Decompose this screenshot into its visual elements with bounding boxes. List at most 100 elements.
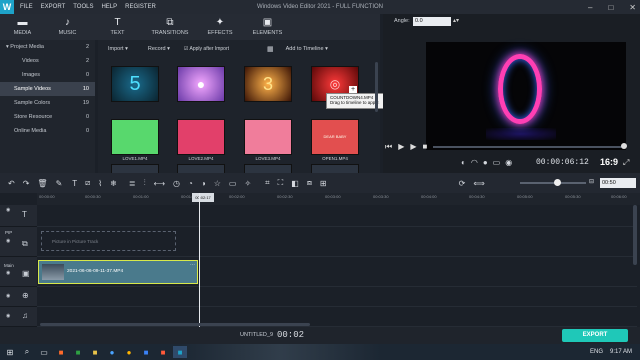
undo-icon[interactable]: ↶ (8, 179, 15, 188)
play-selection-icon[interactable]: ▶ (410, 142, 416, 152)
sidebar-item-videos[interactable]: Videos 2 (0, 54, 95, 68)
media-scrollbar[interactable] (375, 62, 378, 112)
pip-track[interactable]: Picture in Picture Track (37, 227, 637, 257)
redo-icon[interactable]: ↷ (23, 179, 30, 188)
crop-frame-icon[interactable]: ⌗ (265, 178, 270, 188)
sidebar-item-project-media[interactable]: ▾ Project Media 2 (0, 40, 95, 54)
media-thumb-countdown1[interactable]: 5 (111, 66, 159, 102)
angle-input[interactable]: 0.0 (413, 17, 451, 26)
main-track[interactable]: 2021-06-06-09-11-37.MP4 ⋯ (37, 257, 637, 287)
magic-icon[interactable]: ✧ (244, 179, 251, 188)
minimize-icon[interactable]: – (588, 3, 592, 12)
media-thumb-row3[interactable] (177, 164, 225, 173)
skip-back-icon[interactable]: ⏮ (385, 142, 392, 152)
timeline-hscrollbar[interactable] (40, 323, 310, 326)
adjust-icon[interactable]: ≣ (129, 179, 136, 188)
mic-icon[interactable]: ● (483, 158, 488, 167)
sidebar-item-store-resource[interactable]: Store Resource 0 (0, 110, 95, 124)
zoom-handle[interactable] (554, 179, 561, 186)
close-icon[interactable]: ✕ (629, 3, 636, 12)
preview-seek-bar[interactable] (433, 146, 623, 148)
menu-export[interactable]: EXPORT (41, 4, 66, 10)
tab-transitions[interactable]: ⧉ TRANSITIONS (145, 14, 195, 40)
headphones-icon[interactable]: ◠ (471, 158, 478, 167)
import-button[interactable]: Import ▾ (108, 46, 128, 52)
video-clip[interactable]: 2021-06-06-09-11-37.MP4 ⋯ (38, 260, 198, 284)
stretch-icon[interactable]: ⟷ (154, 179, 165, 188)
eye-icon[interactable]: ◉ (6, 207, 10, 213)
media-thumb-countdown3[interactable]: 3 (244, 66, 292, 102)
zoom-to-fit-icon[interactable]: ⊟ (589, 178, 594, 185)
playhead-time[interactable]: 00:02:17 (192, 193, 214, 202)
split-screen-icon[interactable]: ⧈ (307, 178, 312, 188)
split-icon[interactable]: ⌇ (98, 179, 102, 188)
media-thumb-open1[interactable]: DEAR BABY (311, 119, 359, 155)
folder-app-icon[interactable]: ■ (88, 346, 102, 358)
fit-icon[interactable]: ⛶ (278, 178, 284, 188)
app-icon[interactable]: ■ (139, 346, 153, 358)
clip-menu-icon[interactable]: ⋯ (190, 262, 195, 268)
preview-canvas[interactable] (426, 42, 626, 150)
clock-icon[interactable]: ◷ (173, 179, 180, 188)
sidebar-item-sample-colors[interactable]: Sample Colors 19 (0, 96, 95, 110)
eye-icon[interactable]: ◉ (6, 238, 10, 244)
sidebar-item-sample-videos[interactable]: Sample Videos 10 (0, 82, 95, 96)
lock-icon[interactable]: ◉ (6, 313, 10, 319)
color-icon[interactable]: ◧ (291, 179, 299, 188)
zoom-fit-icon[interactable]: ⟺ (473, 179, 484, 188)
chrome-icon[interactable]: ● (122, 346, 136, 358)
snapshot-icon[interactable]: ◉ (505, 158, 512, 167)
record-button[interactable]: Record ▾ (148, 46, 170, 52)
app-icon[interactable]: ■ (156, 346, 170, 358)
media-thumb-row3[interactable] (111, 164, 159, 173)
eye-icon[interactable]: ◉ (6, 270, 10, 276)
zoom-slider[interactable] (520, 182, 586, 184)
delete-icon[interactable]: 🗑 (37, 179, 47, 188)
timeline-vscrollbar[interactable] (633, 205, 637, 265)
taskbar-clock[interactable]: 9:17 AM (610, 349, 632, 355)
menu-help[interactable]: HELP (101, 4, 117, 10)
speed-icon[interactable]: ◔ (188, 179, 193, 188)
tab-media[interactable]: ▬ MEDIA (0, 14, 45, 40)
search-icon[interactable]: ⌕ (20, 346, 34, 358)
media-thumb-row3[interactable] (311, 164, 359, 173)
aspect-ratio[interactable]: 16:9 (600, 157, 618, 167)
seek-handle[interactable] (621, 143, 627, 149)
office-icon[interactable]: ■ (54, 346, 68, 358)
pip-drop-zone[interactable]: Picture in Picture Track (41, 231, 176, 251)
edit-icon[interactable]: ✎ (56, 179, 63, 188)
eye-icon[interactable]: ◉ (6, 293, 10, 299)
effect-track[interactable] (37, 287, 637, 307)
freeze-icon[interactable]: ⊞ (320, 179, 327, 188)
fullscreen-icon[interactable]: ⤢ (623, 158, 629, 168)
media-thumb-row3[interactable] (244, 164, 292, 173)
playhead-line[interactable] (199, 193, 200, 327)
timeline-ruler[interactable]: 00:00:00 00:00:30 00:01:00 00:01:30 00:0… (37, 193, 640, 205)
sidebar-item-images[interactable]: Images 0 (0, 68, 95, 82)
task-view-icon[interactable]: ▭ (37, 346, 51, 358)
effects-tool-icon[interactable]: ❄ (110, 179, 117, 188)
zoom-input[interactable]: 00:50 (600, 178, 636, 188)
sidebar-item-online-media[interactable]: Online Media 0 (0, 124, 95, 138)
audio-icon[interactable]: ⫶ (144, 178, 146, 188)
play-icon[interactable]: ▶ (398, 142, 404, 152)
browser-icon[interactable]: ● (105, 346, 119, 358)
media-thumb-love3[interactable] (244, 119, 292, 155)
text-track[interactable] (37, 205, 637, 227)
tab-effects[interactable]: ✦ EFFECTS (195, 14, 245, 40)
media-thumb-countdown2[interactable]: ● (177, 66, 225, 102)
stop-icon[interactable]: ■ (423, 142, 428, 152)
grid-view-icon[interactable]: ▦ (267, 45, 274, 53)
windows-start-icon[interactable]: ⊞ (3, 346, 17, 358)
maximize-icon[interactable]: □ (608, 3, 613, 12)
taskbar-lang[interactable]: ENG (590, 349, 603, 355)
timer-icon[interactable]: ◑ (201, 179, 206, 188)
image-icon[interactable]: ▭ (229, 179, 237, 188)
media-thumb-love2[interactable] (177, 119, 225, 155)
tab-music[interactable]: ♪ MUSIC (45, 14, 90, 40)
excel-icon[interactable]: ■ (71, 346, 85, 358)
menu-tools[interactable]: TOOLS (73, 4, 93, 10)
export-button[interactable]: EXPORT (562, 329, 628, 342)
tab-text[interactable]: T TEXT (90, 14, 145, 40)
star-icon[interactable]: ☆ (214, 179, 221, 188)
